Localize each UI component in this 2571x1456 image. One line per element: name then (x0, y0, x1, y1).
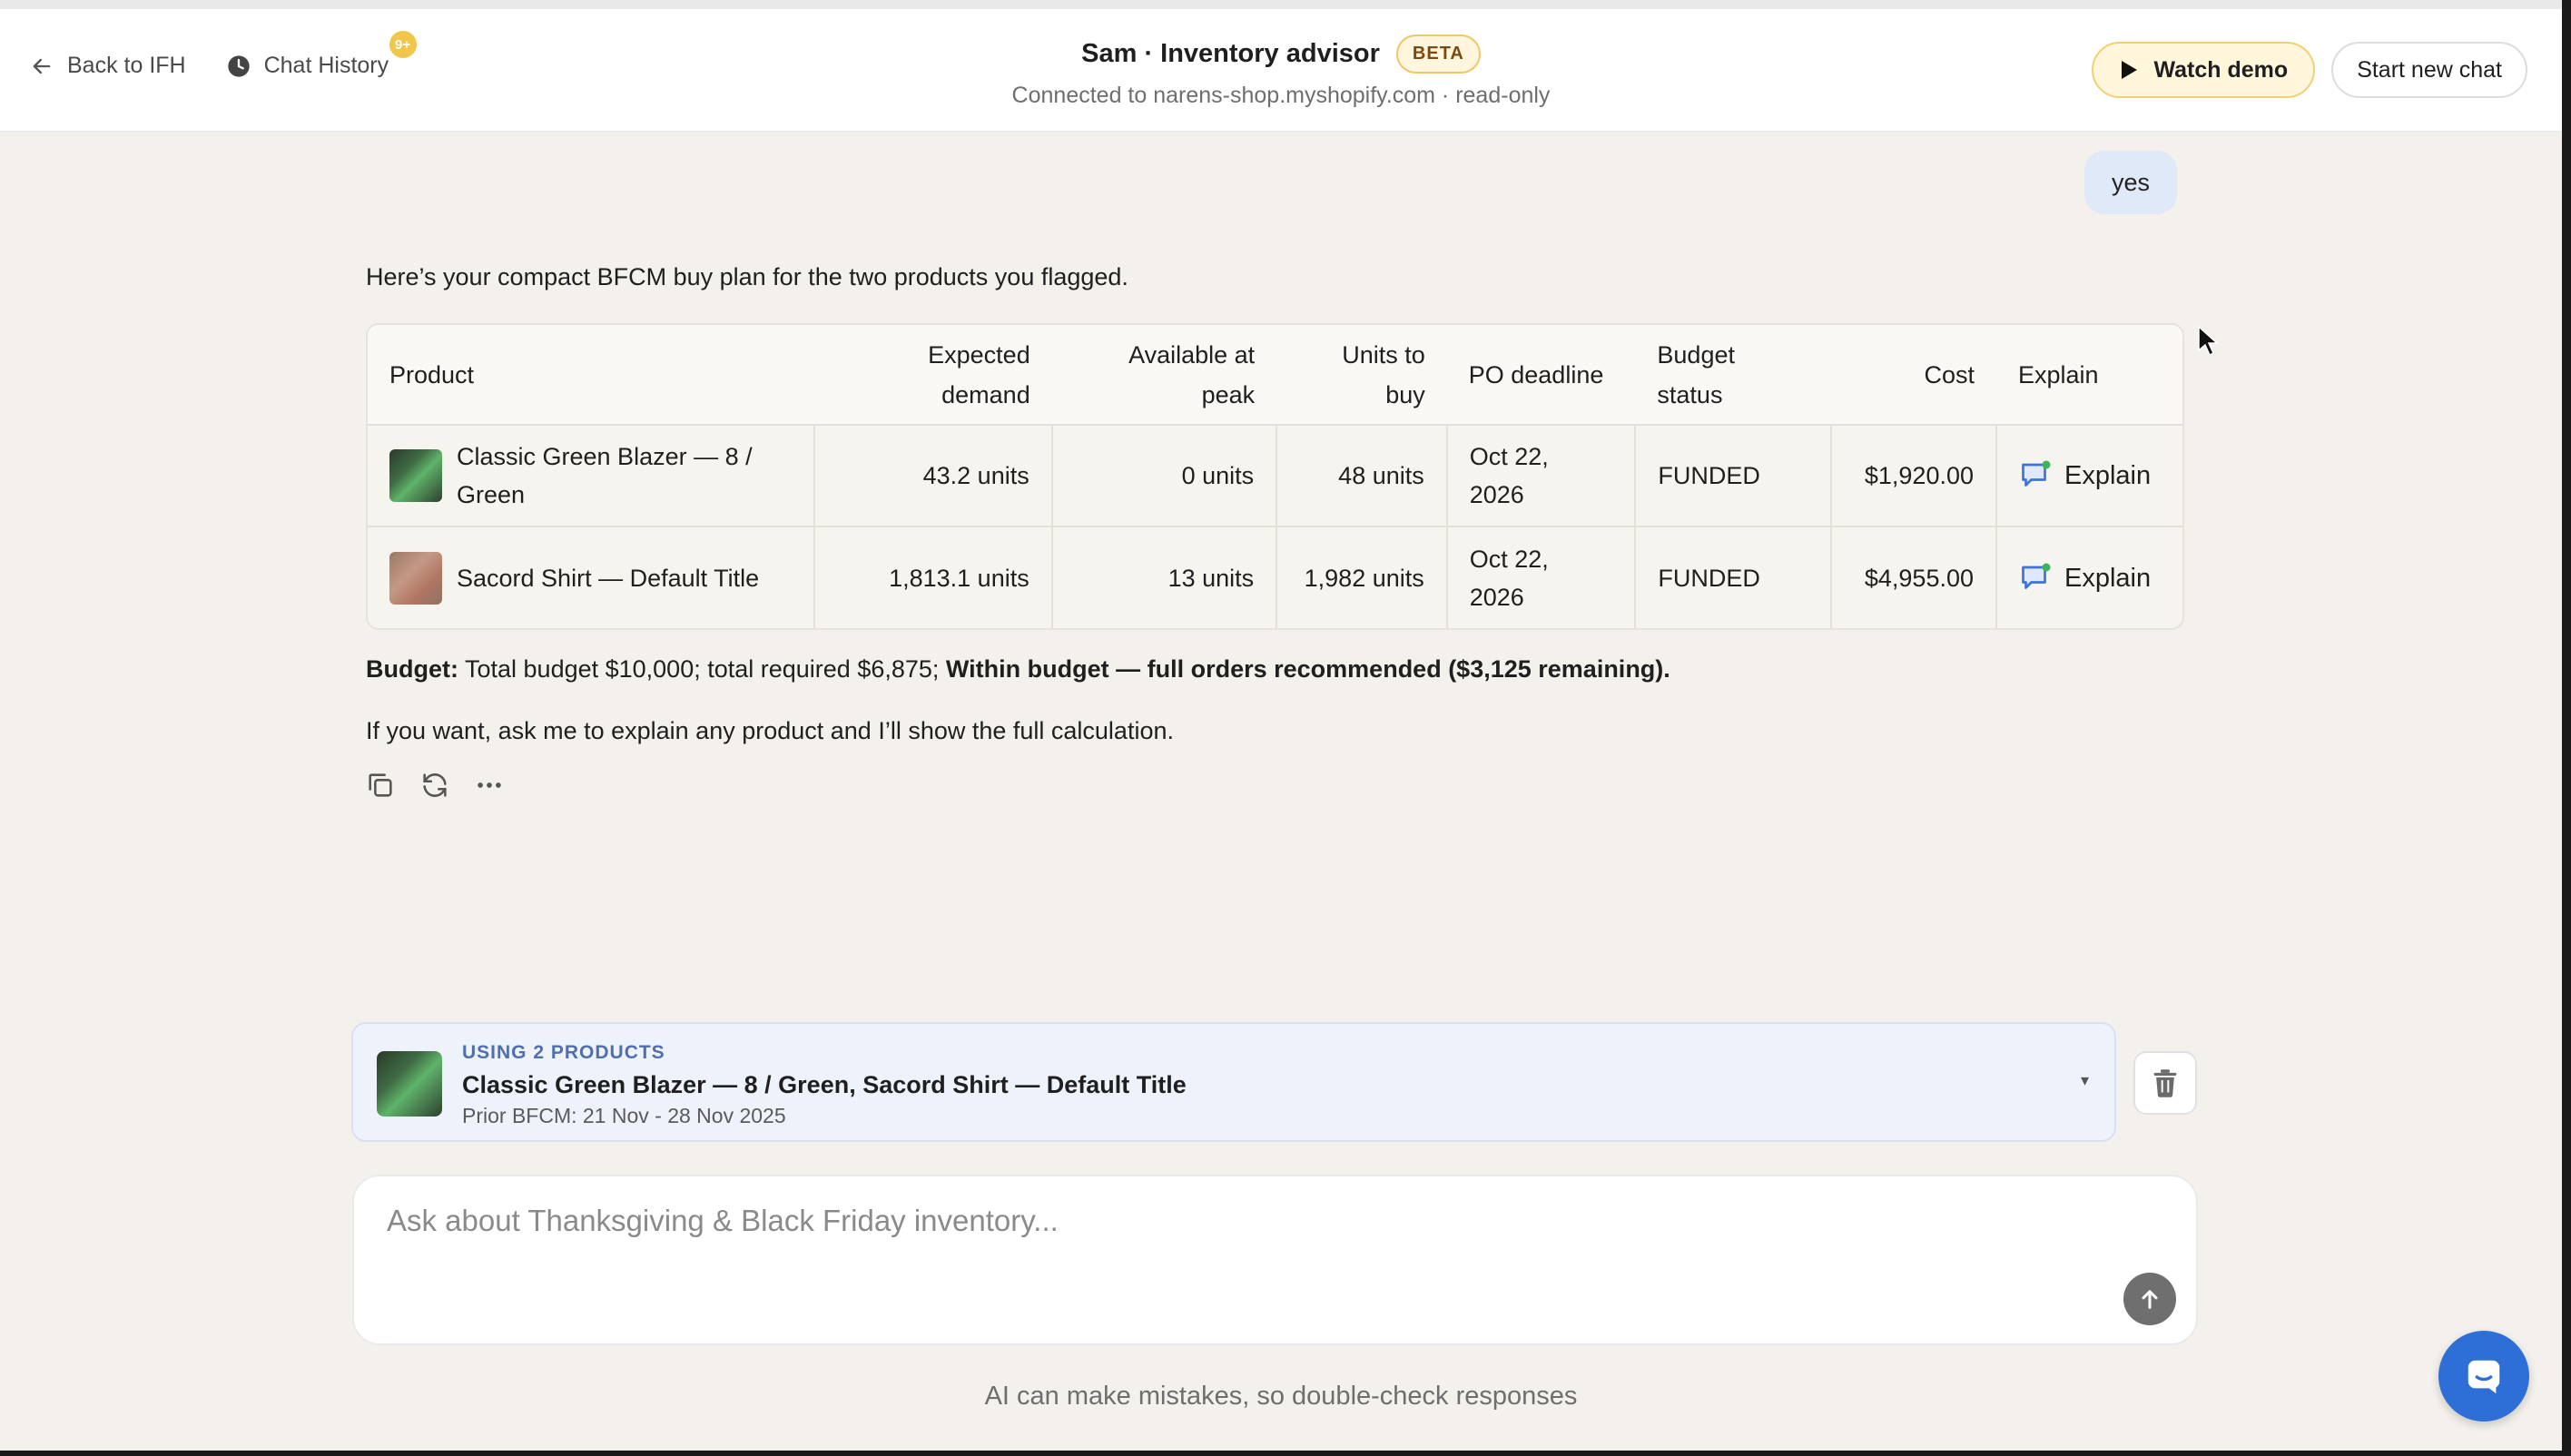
message-composer (352, 1175, 2198, 1345)
product-thumbnail (389, 449, 442, 502)
chevron-down-icon[interactable]: ▾ (2081, 1071, 2089, 1090)
buy-plan-table: Product Expected demand Available at pea… (366, 323, 2184, 630)
cost-cell: $4,955.00 (1830, 526, 1996, 628)
po-deadline-cell: Oct 22, 2026 (1445, 425, 1636, 526)
column-header-product: Product (389, 360, 475, 389)
context-products: Classic Green Blazer — 8 / Green, Sacord… (462, 1071, 1187, 1098)
cost-cell: $1,920.00 (1830, 425, 1996, 526)
copy-icon (369, 773, 392, 797)
page-title: Sam · Inventory advisor (1081, 39, 1380, 68)
budget-label: Budget: (366, 655, 458, 683)
play-icon (2122, 61, 2138, 79)
budget-status-cell: FUNDED (1634, 425, 1832, 526)
title-row: Sam · Inventory advisor BETA (1081, 34, 1481, 74)
mouse-cursor-icon (2198, 325, 2219, 357)
expected-demand-cell: 1,813.1 units (813, 526, 1052, 628)
clear-context-button[interactable] (2133, 1051, 2197, 1115)
trash-icon (2153, 1069, 2177, 1097)
more-button[interactable] (474, 770, 505, 801)
window-right-edge (2562, 0, 2571, 1456)
product-context-card[interactable]: USING 2 PRODUCTS Classic Green Blazer — … (351, 1022, 2116, 1142)
message-icon (2468, 1360, 2500, 1394)
table-row: Classic Green Blazer — 8 / Green 43.2 un… (368, 425, 2182, 526)
support-chat-launcher[interactable] (2438, 1331, 2529, 1422)
app-header: Back to IFH Chat History 9+ Sam · Invent… (0, 9, 2562, 133)
units-to-buy-cell: 1,982 units (1276, 526, 1447, 628)
chat-bubble-icon (2022, 460, 2051, 487)
send-button[interactable] (2123, 1273, 2176, 1325)
budget-status-cell: FUNDED (1634, 526, 1832, 628)
product-cell: Sacord Shirt — Default Title (368, 526, 814, 628)
assistant-followup: If you want, ask me to explain any produ… (366, 717, 1174, 744)
column-header-cost: Cost (1924, 360, 1975, 389)
column-header-po-deadline: PO deadline (1468, 360, 1604, 389)
column-header-expected-demand-text: Expected demand (928, 340, 1030, 408)
available-at-peak-cell: 0 units (1050, 425, 1277, 526)
po-deadline-text: Oct 22, 2026 (1469, 443, 1549, 508)
more-icon (478, 782, 501, 788)
copy-button[interactable] (365, 770, 396, 801)
window-top-strip (0, 0, 2571, 9)
po-deadline-text: Oct 22, 2026 (1469, 545, 1549, 611)
column-header-explain: Explain (2018, 360, 2099, 389)
user-message-bubble: yes (2084, 151, 2178, 214)
budget-emphasis: Within budget — full orders recommended … (945, 655, 1670, 683)
assistant-intro: Here’s your compact BFCM buy plan for th… (366, 263, 1128, 290)
explain-button[interactable]: Explain (2019, 559, 2161, 597)
explain-cell: Explain (1995, 526, 2182, 628)
context-period: Prior BFCM: 21 Nov - 28 Nov 2025 (462, 1104, 786, 1127)
watch-demo-label: Watch demo (2153, 56, 2289, 83)
product-cell: Classic Green Blazer — 8 / Green (368, 425, 814, 526)
start-new-chat-button[interactable]: Start new chat (2331, 42, 2527, 98)
column-header-available-at-peak-text: Available at peak (1128, 340, 1256, 408)
column-header-available-at-peak: Available at peak (1052, 325, 1276, 425)
expected-demand-cell: 43.2 units (813, 425, 1052, 526)
units-to-buy-cell: 48 units (1276, 425, 1447, 526)
column-header-units-to-buy-text: Units to buy (1342, 340, 1425, 408)
window-bottom-edge (0, 1451, 2571, 1456)
user-message-text: yes (2112, 168, 2151, 196)
column-header-budget-status: Budget status (1635, 325, 1831, 425)
message-input[interactable] (387, 1204, 2112, 1258)
po-deadline-cell: Oct 22, 2026 (1445, 526, 1636, 628)
column-header-expected-demand: Expected demand (814, 325, 1051, 425)
beta-badge: BETA (1395, 34, 1481, 74)
product-name: Classic Green Blazer — 8 / Green (457, 443, 753, 508)
explain-button[interactable]: Explain (2019, 457, 2161, 495)
regenerate-icon (423, 773, 447, 797)
product-info: Classic Green Blazer — 8 / Green (389, 438, 792, 514)
column-header-budget-status-text: Budget status (1657, 340, 1735, 408)
budget-summary: Budget: Total budget $10,000; total requ… (366, 655, 1670, 684)
start-new-chat-label: Start new chat (2357, 56, 2502, 83)
regenerate-button[interactable] (419, 770, 450, 801)
product-name: Sacord Shirt — Default Title (457, 564, 760, 592)
table-header-row: Product Expected demand Available at pea… (368, 325, 2182, 425)
product-thumbnail (389, 551, 442, 605)
watch-demo-button[interactable]: Watch demo (2092, 42, 2316, 98)
message-actions (365, 770, 505, 801)
table-row: Sacord Shirt — Default Title 1,813.1 uni… (368, 526, 2182, 628)
chat-bubble-icon (2022, 563, 2051, 589)
product-info: Sacord Shirt — Default Title (389, 551, 792, 605)
context-label: USING 2 PRODUCTS (462, 1042, 665, 1063)
ai-disclaimer: AI can make mistakes, so double-check re… (984, 1382, 1578, 1411)
arrow-up-icon (2142, 1290, 2158, 1309)
buy-plan-grid: Product Expected demand Available at pea… (368, 325, 2182, 628)
header-actions: Watch demo Start new chat (2092, 42, 2527, 98)
explain-cell: Explain (1995, 425, 2182, 526)
budget-text: Total budget $10,000; total required $6,… (458, 655, 946, 683)
explain-label: Explain (2064, 563, 2152, 593)
column-header-units-to-buy: Units to buy (1276, 325, 1447, 425)
explain-label: Explain (2064, 461, 2152, 490)
available-at-peak-cell: 13 units (1050, 526, 1277, 628)
context-product-thumbnail (377, 1051, 442, 1117)
